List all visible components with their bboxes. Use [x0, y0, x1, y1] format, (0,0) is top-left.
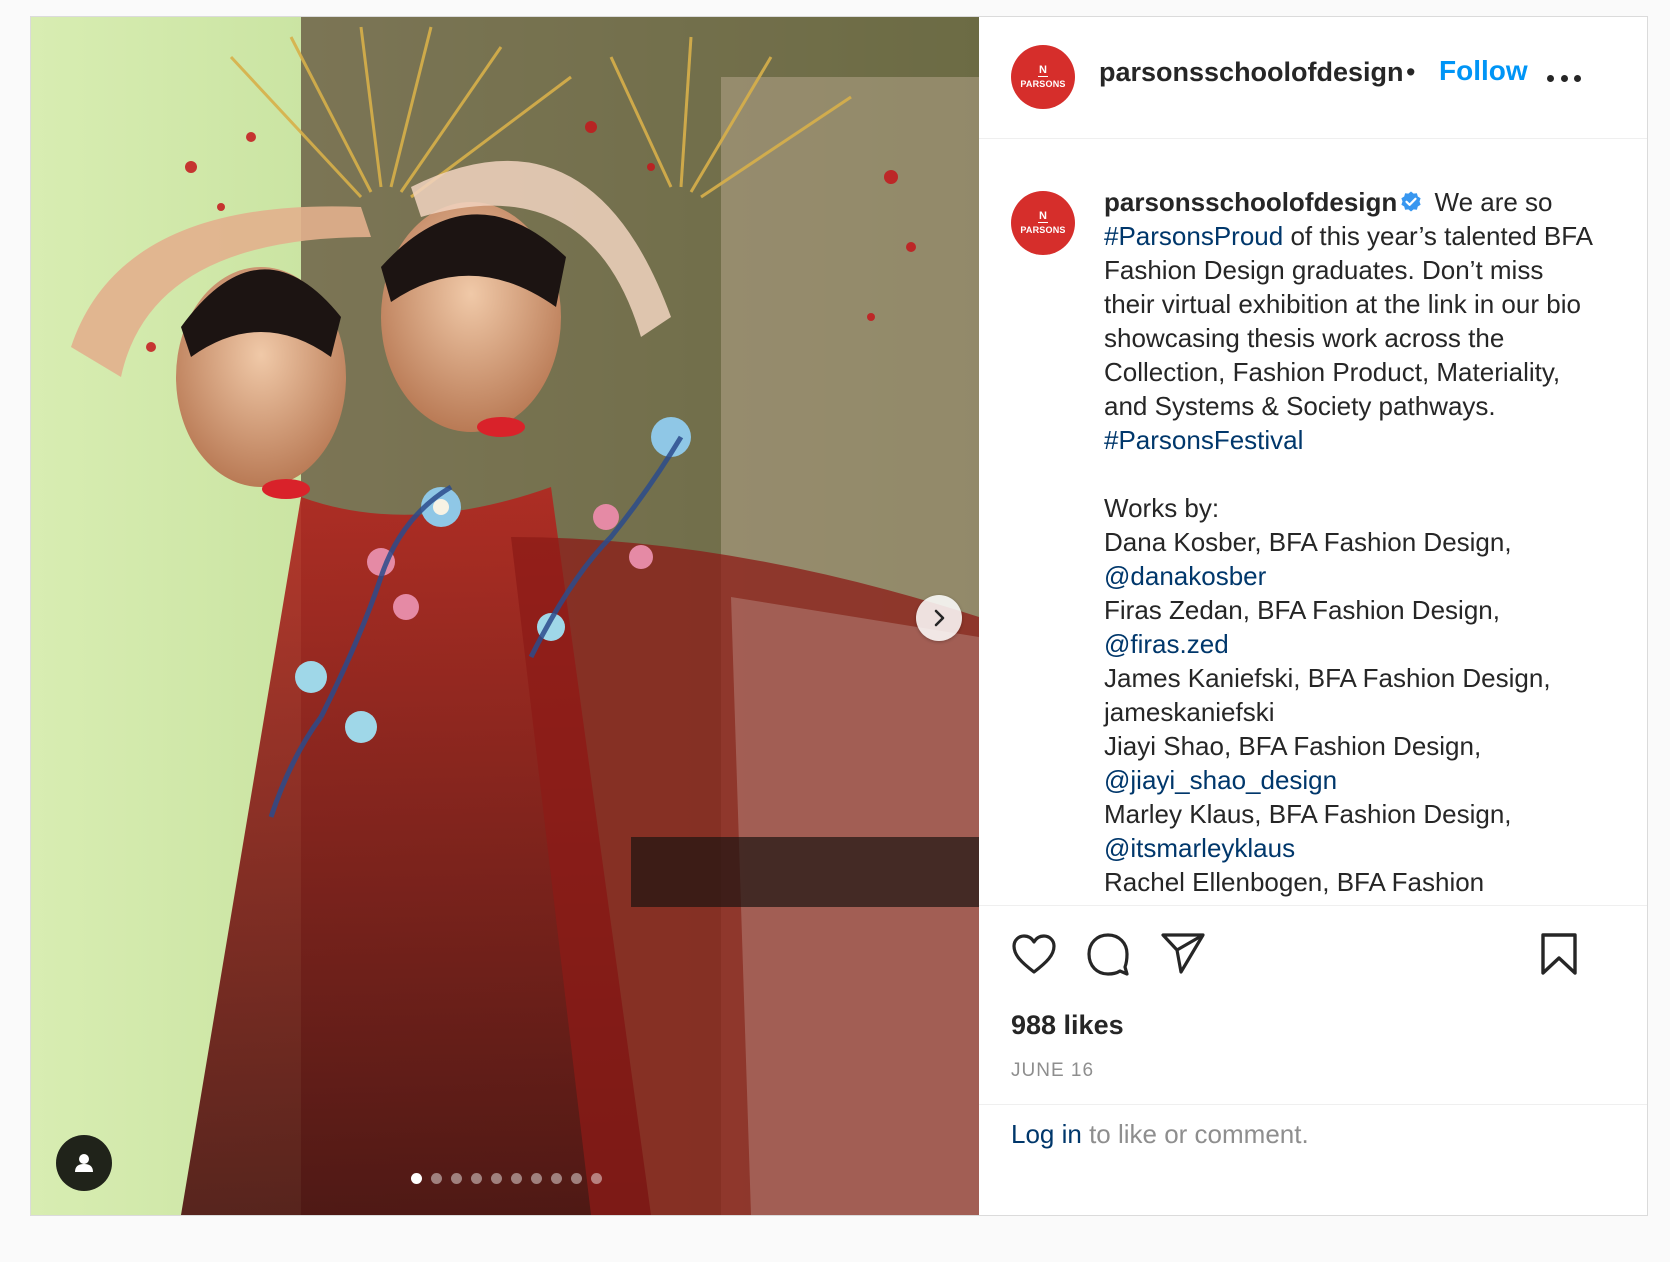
- tagged-users-button[interactable]: [56, 1135, 112, 1191]
- caption-text: parsonsschoolofdesign We are so #Parsons…: [1104, 185, 1594, 899]
- carousel-dot: [451, 1173, 462, 1184]
- carousel-dot: [471, 1173, 482, 1184]
- credit-handle-link[interactable]: @danakosber: [1104, 559, 1594, 593]
- post-date[interactable]: JUNE 16: [1011, 1060, 1094, 1082]
- carousel-indicators: [411, 1173, 602, 1184]
- comment-bubble-icon[interactable]: [1085, 931, 1131, 977]
- action-icon-row: [979, 906, 1647, 1006]
- carousel-dot: [551, 1173, 562, 1184]
- avatar-logo-mark: N: [1038, 210, 1048, 223]
- post-actions: 988 likes JUNE 16: [979, 905, 1647, 1081]
- carousel-dot: [591, 1173, 602, 1184]
- header-separator: •: [1406, 57, 1416, 87]
- credit-handle-link[interactable]: @jiayi_shao_design: [1104, 763, 1594, 797]
- carousel-dot: [411, 1173, 422, 1184]
- login-to-comment-bar: Log in to like or comment.: [979, 1104, 1647, 1216]
- caption-intro-2: of this year’s talented BFA Fashion Desi…: [1104, 221, 1592, 421]
- next-slide-button[interactable]: [916, 595, 962, 641]
- credit-name: James Kaniefski, BFA Fashion Design,: [1104, 663, 1551, 693]
- post-image[interactable]: [31, 17, 979, 1215]
- header-username-link[interactable]: parsonsschoolofdesign: [1099, 57, 1404, 88]
- fashion-photo-collage: [31, 17, 979, 1215]
- post-header: N PARSONS parsonsschoolofdesign • Follow: [979, 17, 1647, 139]
- caption-intro-1: We are so: [1434, 187, 1553, 217]
- post-side-panel: N PARSONS parsonsschoolofdesign • Follow…: [979, 17, 1647, 1215]
- credit-handle: jameskaniefski: [1104, 697, 1275, 727]
- credit-truncated-line: Rachel Ellenbogen, BFA Fashion: [1104, 867, 1485, 897]
- caption-avatar[interactable]: N PARSONS: [1011, 191, 1075, 255]
- credit-handle-link[interactable]: @itsmarleyklaus: [1104, 831, 1594, 865]
- avatar-wordmark: PARSONS: [1020, 79, 1066, 89]
- more-options-icon[interactable]: [1547, 75, 1581, 85]
- credit-name: Marley Klaus, BFA Fashion Design,: [1104, 799, 1512, 829]
- hashtag-parsonsfestival-link[interactable]: #ParsonsFestival: [1104, 425, 1303, 455]
- user-tag-icon: [75, 1154, 93, 1172]
- avatar-logo-mark: N: [1038, 64, 1048, 77]
- caption-scroll-area[interactable]: N PARSONS parsonsschoolofdesign We are s…: [979, 139, 1647, 905]
- instagram-post: N PARSONS parsonsschoolofdesign • Follow…: [30, 16, 1648, 1216]
- avatar-wordmark: PARSONS: [1020, 225, 1066, 235]
- bookmark-icon[interactable]: [1539, 932, 1579, 976]
- login-link[interactable]: Log in: [1011, 1119, 1082, 1149]
- verified-badge-icon: [1401, 191, 1421, 212]
- likes-count[interactable]: 988 likes: [1011, 1010, 1124, 1041]
- login-prompt-suffix: to like or comment.: [1081, 1119, 1309, 1149]
- chevron-right-icon: [934, 609, 945, 627]
- follow-button[interactable]: Follow: [1439, 55, 1528, 87]
- carousel-dot: [531, 1173, 542, 1184]
- works-by-label: Works by:: [1104, 493, 1220, 523]
- carousel-dot: [511, 1173, 522, 1184]
- caption-username-link[interactable]: parsonsschoolofdesign: [1104, 187, 1397, 217]
- login-prompt: Log in to like or comment.: [1011, 1119, 1309, 1150]
- credits-list: Dana Kosber, BFA Fashion Design, @danakos…: [1104, 525, 1594, 865]
- carousel-dot: [571, 1173, 582, 1184]
- credit-name: Firas Zedan, BFA Fashion Design,: [1104, 595, 1500, 625]
- credit-name: Jiayi Shao, BFA Fashion Design,: [1104, 731, 1482, 761]
- avatar[interactable]: N PARSONS: [1011, 45, 1075, 109]
- hashtag-parsonsproud-link[interactable]: #ParsonsProud: [1104, 221, 1283, 251]
- credit-handle-link[interactable]: @firas.zed: [1104, 627, 1594, 661]
- credit-name: Dana Kosber, BFA Fashion Design,: [1104, 527, 1512, 557]
- carousel-dot: [431, 1173, 442, 1184]
- carousel-dot: [491, 1173, 502, 1184]
- paper-plane-icon[interactable]: [1160, 931, 1206, 975]
- heart-icon[interactable]: [1011, 933, 1057, 975]
